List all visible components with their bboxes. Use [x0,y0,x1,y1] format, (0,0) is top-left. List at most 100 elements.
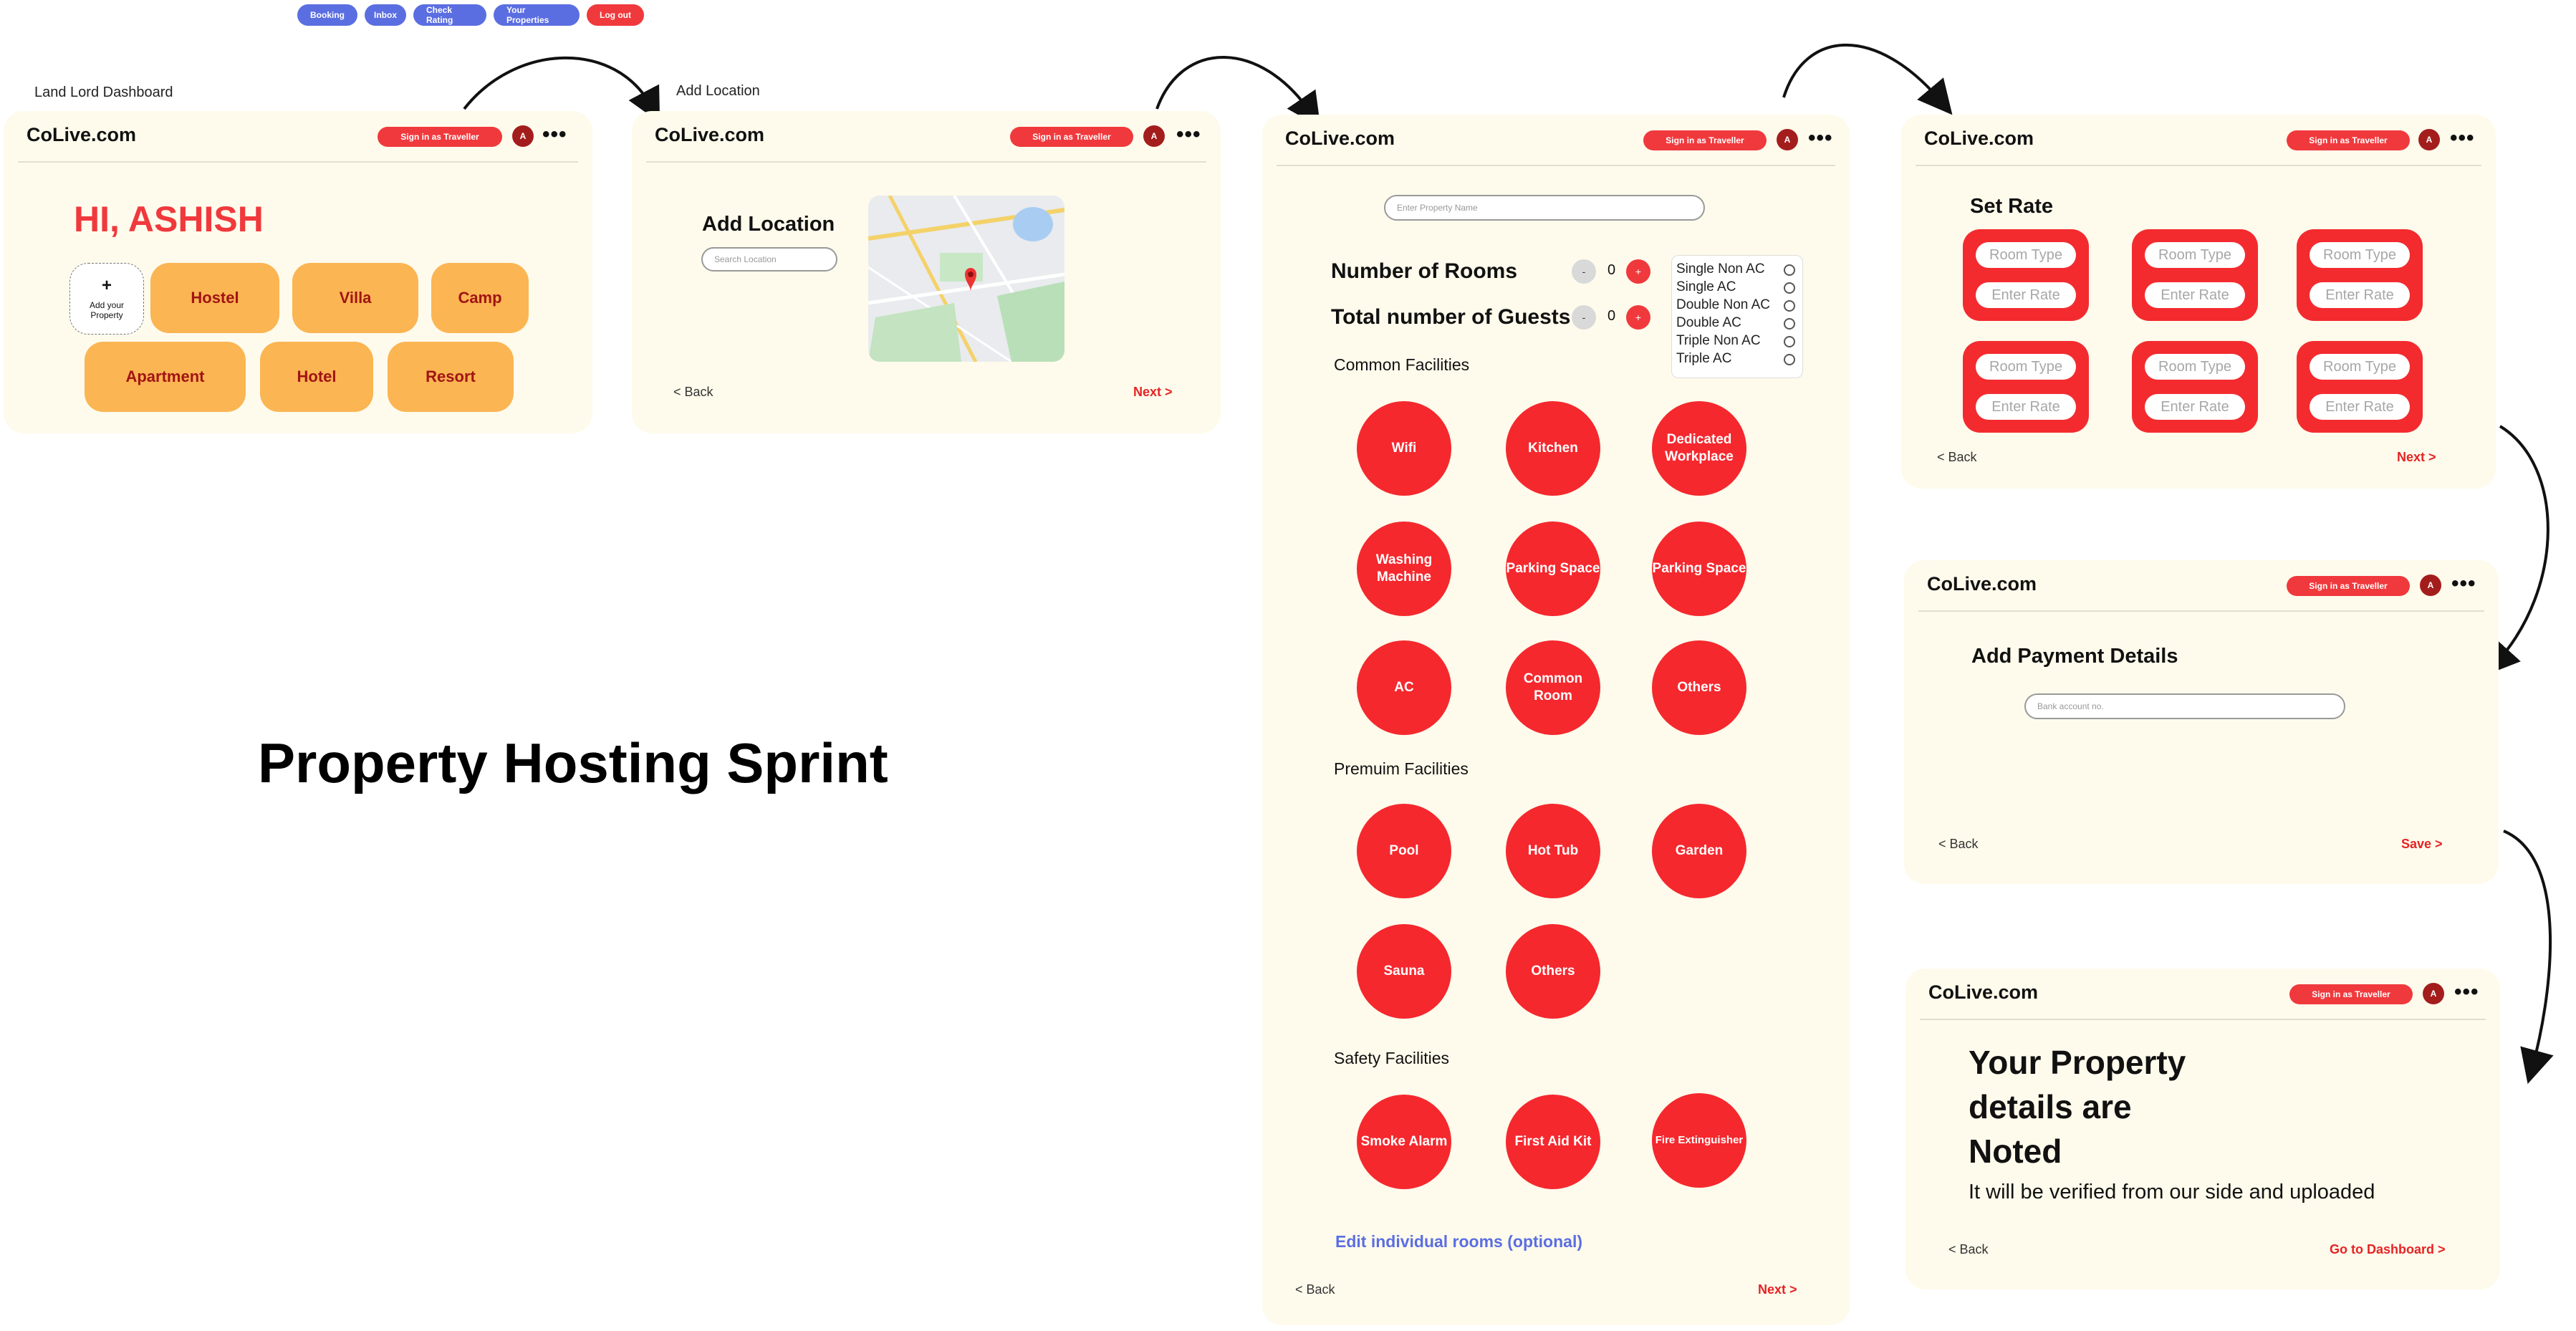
back-button[interactable]: < Back [1938,837,1979,852]
guests-plus-button[interactable]: + [1626,305,1650,330]
avatar[interactable]: A [2420,575,2441,596]
sign-in-traveller-button[interactable]: Sign in as Traveller [2287,576,2410,596]
rate-card: Room Type Enter Rate [2132,229,2258,321]
more-icon[interactable]: ••• [1176,122,1201,147]
confirmation-line-3: Noted [1969,1133,2062,1170]
set-rate-panel: CoLive.com Sign in as Traveller A ••• Se… [1901,115,2496,489]
room-type-input[interactable]: Room Type [2310,354,2410,380]
go-to-dashboard-button[interactable]: Go to Dashboard > [2330,1242,2446,1257]
sign-in-traveller-button[interactable]: Sign in as Traveller [2287,130,2410,150]
logo[interactable]: CoLive.com [1927,573,2037,595]
sign-in-traveller-button[interactable]: Sign in as Traveller [1643,130,1767,150]
rate-card: Room Type Enter Rate [1963,229,2089,321]
facility-first-aid-kit[interactable]: First Aid Kit [1506,1095,1600,1189]
property-type-camp[interactable]: Camp [431,263,529,333]
logo[interactable]: CoLive.com [1285,128,1395,150]
property-type-villa[interactable]: Villa [292,263,418,333]
next-button[interactable]: Next > [2397,450,2436,465]
room-type-input[interactable]: Room Type [2145,354,2245,380]
save-button[interactable]: Save > [2401,837,2443,852]
confirmation-subtext: It will be verified from our side and up… [1969,1181,2375,1203]
facility-fire-extinguisher[interactable]: Fire Extinguisher [1652,1093,1746,1188]
next-button[interactable]: Next > [1133,385,1173,400]
enter-rate-input[interactable]: Enter Rate [2310,282,2410,308]
guests-value: 0 [1607,308,1616,324]
property-type-apartment[interactable]: Apartment [85,342,246,412]
bank-account-input[interactable]: Bank account no. [2024,693,2345,719]
safety-facilities-title: Safety Facilities [1334,1049,1450,1067]
divider [1916,165,2481,166]
common-facilities-title: Common Facilities [1334,355,1470,374]
logo[interactable]: CoLive.com [655,124,764,146]
enter-rate-input[interactable]: Enter Rate [1976,394,2076,420]
premium-facilities-title: Premuim Facilities [1334,759,1469,778]
logo[interactable]: CoLive.com [1928,981,2038,1004]
room-option-radio[interactable] [1784,336,1795,347]
location-map[interactable] [868,196,1064,362]
room-option-radio[interactable] [1784,300,1795,312]
property-name-input[interactable]: Enter Property Name [1384,195,1705,221]
more-icon[interactable]: ••• [2454,980,2479,1004]
property-type-resort[interactable]: Resort [388,342,514,412]
room-option-label: Single Non AC [1676,261,1765,277]
back-button[interactable]: < Back [1937,450,1977,465]
guests-minus-button[interactable]: - [1572,305,1596,330]
property-type-hostel[interactable]: Hostel [150,263,279,333]
avatar[interactable]: A [1143,125,1165,147]
room-option-radio[interactable] [1784,264,1795,276]
add-property-button[interactable]: + Add your Property [69,263,144,335]
avatar[interactable]: A [2423,983,2444,1004]
facility-garden[interactable]: Garden [1652,804,1746,898]
room-option-radio[interactable] [1784,318,1795,330]
enter-rate-input[interactable]: Enter Rate [1976,282,2076,308]
edit-rooms-link[interactable]: Edit individual rooms (optional) [1335,1232,1582,1251]
logo[interactable]: CoLive.com [27,124,136,146]
room-option-radio[interactable] [1784,354,1795,365]
facility-hot-tub[interactable]: Hot Tub [1506,804,1600,898]
facility-washing-machine[interactable]: Washing Machine [1357,522,1451,616]
facility-common-room[interactable]: Common Room [1506,640,1600,735]
logo[interactable]: CoLive.com [1924,128,2034,150]
room-type-input[interactable]: Room Type [2310,242,2410,268]
room-type-input[interactable]: Room Type [2145,242,2245,268]
more-icon[interactable]: ••• [2451,572,2476,596]
room-option-label: Triple Non AC [1676,333,1761,348]
avatar[interactable]: A [512,125,534,147]
more-icon[interactable]: ••• [542,122,567,147]
room-type-input[interactable]: Room Type [1976,354,2076,380]
room-type-input[interactable]: Room Type [1976,242,2076,268]
enter-rate-input[interactable]: Enter Rate [2145,394,2245,420]
facility-premium-others[interactable]: Others [1506,924,1600,1019]
rooms-minus-button[interactable]: - [1572,259,1596,284]
sign-in-traveller-button[interactable]: Sign in as Traveller [378,127,502,147]
back-button[interactable]: < Back [673,385,713,400]
panel-header: CoLive.com Sign in as Traveller A ••• [1904,560,2499,607]
back-button[interactable]: < Back [1948,1242,1989,1257]
rooms-plus-button[interactable]: + [1626,259,1650,284]
facility-sauna[interactable]: Sauna [1357,924,1451,1019]
facility-ac[interactable]: AC [1357,640,1451,735]
enter-rate-input[interactable]: Enter Rate [2145,282,2245,308]
avatar[interactable]: A [2418,129,2440,150]
more-icon[interactable]: ••• [2450,126,2475,150]
facility-parking-space[interactable]: Parking Space [1506,522,1600,616]
sign-in-traveller-button[interactable]: Sign in as Traveller [2289,984,2413,1004]
dashboard-panel: CoLive.com Sign in as Traveller A ••• HI… [4,111,592,433]
greeting: HI, ASHISH [74,199,264,239]
facility-kitchen[interactable]: Kitchen [1506,401,1600,496]
search-location-input[interactable]: Search Location [701,247,837,272]
enter-rate-input[interactable]: Enter Rate [2310,394,2410,420]
facility-parking-space-2[interactable]: Parking Space [1652,522,1746,616]
facility-pool[interactable]: Pool [1357,804,1451,898]
avatar[interactable]: A [1777,129,1798,150]
room-option-radio[interactable] [1784,282,1795,294]
more-icon[interactable]: ••• [1808,126,1833,150]
facility-wifi[interactable]: Wifi [1357,401,1451,496]
facility-dedicated-workplace[interactable]: Dedicated Workplace [1652,401,1746,496]
facility-others[interactable]: Others [1652,640,1746,735]
sign-in-traveller-button[interactable]: Sign in as Traveller [1010,127,1133,147]
next-button[interactable]: Next > [1758,1282,1797,1297]
facility-smoke-alarm[interactable]: Smoke Alarm [1357,1095,1451,1189]
property-type-hotel[interactable]: Hotel [260,342,373,412]
back-button[interactable]: < Back [1295,1282,1335,1297]
